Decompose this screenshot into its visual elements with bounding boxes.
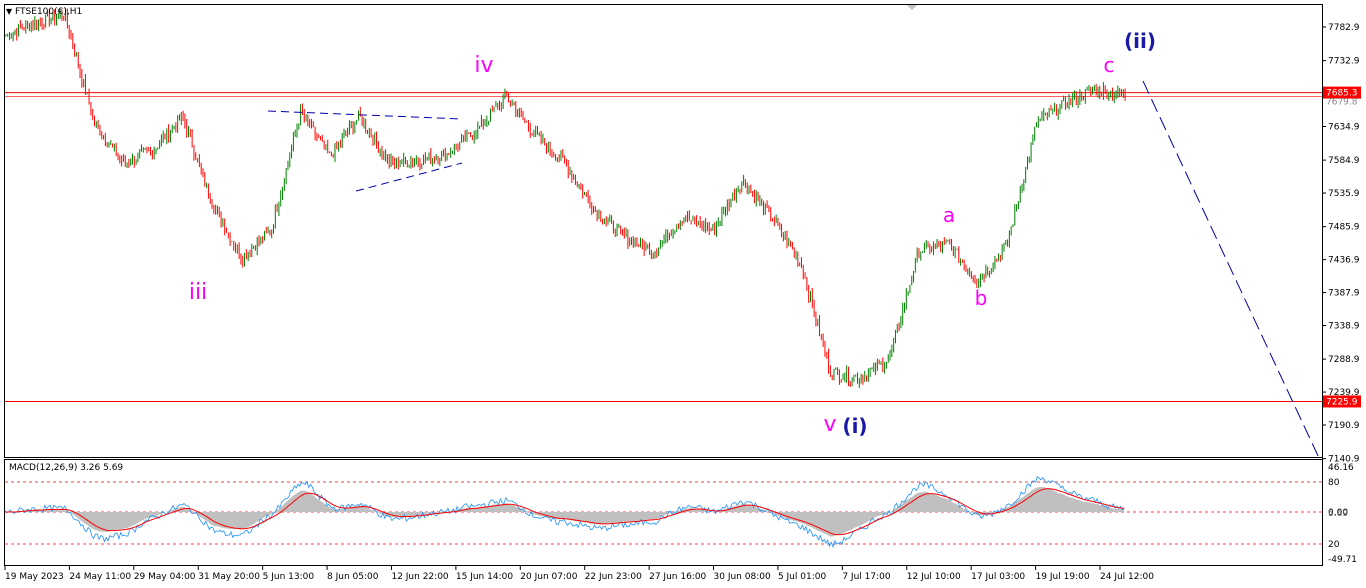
- wave-label-i[interactable]: (i): [842, 414, 867, 438]
- macd-tick-label: -49.71: [1328, 555, 1357, 565]
- price-tick-label: 7732.9: [1328, 57, 1360, 67]
- wave-label-c[interactable]: c: [1104, 53, 1115, 77]
- wave-label-v[interactable]: v: [823, 412, 836, 437]
- wave-label-ii[interactable]: (ii): [1124, 29, 1156, 53]
- wave-label-b[interactable]: b: [975, 286, 988, 310]
- chart-canvas[interactable]: 7782.97732.97685.37634.97584.97535.97485…: [0, 0, 1366, 588]
- time-tick-label: 7 Jul 17:00: [842, 572, 891, 582]
- wave-label-iii[interactable]: iii: [189, 280, 207, 305]
- time-tick-label: 30 Jun 08:00: [714, 572, 771, 582]
- price-tick-label: 7338.9: [1328, 322, 1360, 332]
- time-tick-label: 31 May 20:00: [198, 572, 260, 582]
- price-tick-label: 7190.9: [1328, 421, 1360, 431]
- price-tick-label: 7584.9: [1328, 156, 1360, 166]
- wave-label-a[interactable]: a: [943, 203, 955, 227]
- time-tick-label: 22 Jun 23:00: [585, 572, 642, 582]
- time-tick-label: 15 Jun 14:00: [456, 572, 513, 582]
- price-tick-label: 7634.9: [1328, 123, 1360, 133]
- macd-indicator-label: MACD(12,26,9) 3.26 5.69: [9, 463, 124, 473]
- time-tick-label: 24 Jul 12:00: [1100, 572, 1154, 582]
- time-tick-label: 5 Jun 13:00: [263, 572, 315, 582]
- time-tick-label: 19 Jul 19:00: [1036, 572, 1090, 582]
- price-tick-label: 7288.9: [1328, 355, 1360, 365]
- time-tick-label: 27 Jun 16:00: [649, 572, 706, 582]
- price-tick-label: 7782.9: [1328, 23, 1360, 33]
- time-tick-label: 12 Jun 22:00: [391, 572, 448, 582]
- mt-chart-window: 7782.97732.97685.37634.97584.97535.97485…: [0, 0, 1366, 588]
- triangle-upper-line[interactable]: [267, 110, 463, 120]
- time-tick-label: 8 Jun 05:00: [327, 572, 379, 582]
- current-price-label: 7679.8: [1326, 97, 1358, 107]
- time-tick-label: 19 May 2023: [5, 572, 64, 582]
- price-tick-label: 7535.9: [1328, 189, 1360, 199]
- chart-menu-arrow-icon[interactable]: ▼: [6, 7, 12, 16]
- macd-current-label: 5.69: [1328, 509, 1348, 519]
- macd-tick-label: 46.16: [1328, 463, 1354, 473]
- wave-label-iv[interactable]: iv: [474, 53, 493, 78]
- time-tick-label: 5 Jul 01:00: [778, 572, 827, 582]
- macd-tick-label: 20: [1328, 540, 1340, 550]
- scroll-marker-icon[interactable]: [907, 5, 917, 10]
- price-tick-label: 7485.9: [1328, 223, 1360, 233]
- macd-tick-label: 80: [1328, 478, 1340, 488]
- price-pane-frame: [4, 4, 1323, 458]
- time-tick-label: 12 Jul 10:00: [907, 572, 961, 582]
- time-tick-label: 24 May 11:00: [69, 572, 131, 582]
- time-tick-label: 20 Jun 07:00: [520, 572, 577, 582]
- time-tick-label: 29 May 04:00: [134, 572, 196, 582]
- price-tick-label: 7436.9: [1328, 256, 1360, 266]
- chart-symbol-label: FTSE100(€),H1: [15, 7, 83, 17]
- time-tick-label: 17 Jul 03:00: [971, 572, 1025, 582]
- level-label: 7225.9: [1326, 397, 1358, 407]
- chart-title: ▼ FTSE100(€),H1: [6, 7, 82, 17]
- price-tick-label: 7387.9: [1328, 289, 1360, 299]
